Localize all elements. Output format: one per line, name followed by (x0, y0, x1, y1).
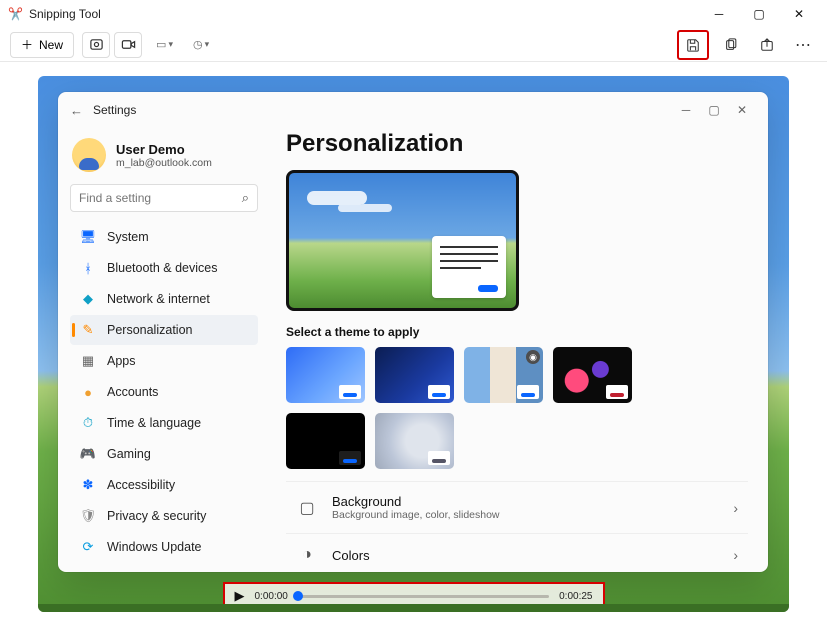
row-icon: ▢ (296, 498, 318, 518)
themes-grid: ◉ (286, 347, 706, 469)
nav-item-personalization[interactable]: ✎ Personalization (70, 315, 258, 345)
page-title: Personalization (286, 130, 748, 158)
row-colors[interactable]: ◑ Colors › (286, 534, 748, 572)
player-highlight: ▶ 0:00:00 0:00:25 (223, 582, 605, 610)
nav-item-time-language[interactable]: ⏱ Time & language (70, 408, 258, 438)
nav-item-privacy-security[interactable]: 🛡 Privacy & security (70, 501, 258, 531)
nav-item-network-internet[interactable]: ◆ Network & internet (70, 284, 258, 314)
more-button[interactable]: ⋯ (789, 32, 817, 58)
nav-item-gaming[interactable]: 🎮 Gaming (70, 439, 258, 469)
back-button[interactable]: ← (70, 103, 83, 118)
nav-label: Time & language (107, 416, 201, 430)
minimize-button[interactable]: ─ (699, 0, 739, 28)
settings-title: Settings (93, 103, 136, 117)
nav-icon: ᚼ (80, 260, 96, 276)
nav-item-apps[interactable]: ▦ Apps (70, 346, 258, 376)
nav-label: Accessibility (107, 478, 175, 492)
settings-window: ← Settings ─ ▢ ✕ User Demo m_lab@outlook… (58, 92, 768, 572)
chevron-right-icon: › (733, 500, 738, 516)
nav-item-accounts[interactable]: ● Accounts (70, 377, 258, 407)
theme-glow[interactable] (553, 347, 632, 403)
nav-label: System (107, 230, 149, 244)
preview-window (432, 236, 506, 298)
app-titlebar: ✂️ Snipping Tool ─ ▢ ✕ (0, 0, 827, 28)
maximize-button[interactable]: ▢ (739, 0, 779, 28)
app-title: Snipping Tool (29, 7, 101, 21)
nav-icon: ⏱ (80, 415, 96, 431)
camera-icon: ◉ (526, 350, 540, 364)
nav-icon: ⟳ (80, 539, 96, 555)
row-title: Colors (332, 548, 370, 563)
user-email: m_lab@outlook.com (116, 157, 212, 169)
nav-label: Accounts (107, 385, 158, 399)
nav-item-bluetooth-devices[interactable]: ᚼ Bluetooth & devices (70, 253, 258, 283)
nav-label: Personalization (107, 323, 192, 337)
close-button[interactable]: ✕ (779, 0, 819, 28)
seek-track[interactable] (298, 595, 549, 598)
user-name: User Demo (116, 142, 212, 157)
delay-dropdown[interactable]: ◷ ▾ (187, 32, 215, 58)
nav: 🖥 System ᚼ Bluetooth & devices ◆ Network & in… (70, 222, 258, 562)
nav-label: Privacy & security (107, 509, 206, 523)
theme-spotlight[interactable]: ◉ (464, 347, 543, 403)
row-background[interactable]: ▢ BackgroundBackground image, color, slid… (286, 482, 748, 534)
copy-button[interactable] (717, 32, 745, 58)
nav-label: Windows Update (107, 540, 202, 554)
row-title: Background (332, 494, 500, 509)
time-current: 0:00:00 (255, 591, 288, 602)
plus-icon: ＋ (21, 36, 33, 53)
nav-item-accessibility[interactable]: ✽ Accessibility (70, 470, 258, 500)
desktop-preview (286, 170, 519, 311)
nav-icon: ✎ (80, 322, 96, 338)
time-total: 0:00:25 (559, 591, 592, 602)
row-sub: Background image, color, slideshow (332, 509, 500, 521)
settings-maximize[interactable]: ▢ (700, 103, 728, 117)
theme-captured-motion[interactable] (286, 413, 365, 469)
nav-icon: 🛡 (80, 508, 96, 524)
search-input[interactable] (79, 191, 242, 205)
theme-flow[interactable] (375, 413, 454, 469)
app-icon: ✂️ (8, 7, 23, 21)
nav-icon: ✽ (80, 477, 96, 493)
nav-icon: 🎮 (80, 446, 96, 462)
record-mode-button[interactable] (114, 32, 142, 58)
nav-icon: ● (80, 384, 96, 400)
seek-thumb[interactable] (293, 591, 303, 601)
save-button[interactable] (679, 32, 707, 58)
recorded-desktop: ← Settings ─ ▢ ✕ User Demo m_lab@outlook… (38, 76, 789, 612)
theme-windows-light[interactable] (286, 347, 365, 403)
theme-windows-dark[interactable] (375, 347, 454, 403)
play-button[interactable]: ▶ (235, 588, 245, 604)
save-highlight (677, 30, 709, 60)
share-button[interactable] (753, 32, 781, 58)
row-icon: ◑ (296, 546, 318, 564)
settings-minimize[interactable]: ─ (672, 103, 700, 117)
toolbar: ＋ New ▭ ▾ ◷ ▾ ⋯ (0, 28, 827, 62)
nav-item-system[interactable]: 🖥 System (70, 222, 258, 252)
themes-label: Select a theme to apply (286, 325, 748, 339)
chevron-right-icon: › (733, 547, 738, 563)
content: Personalization Select a theme to apply … (270, 128, 768, 572)
nav-label: Apps (107, 354, 136, 368)
new-label: New (39, 38, 63, 52)
nav-label: Network & internet (107, 292, 210, 306)
search-icon: ⌕ (242, 190, 249, 206)
search-box[interactable]: ⌕ (70, 184, 258, 212)
settings-titlebar: ← Settings ─ ▢ ✕ (58, 92, 768, 128)
avatar (72, 138, 106, 172)
snip-mode-button[interactable] (82, 32, 110, 58)
profile[interactable]: User Demo m_lab@outlook.com (70, 134, 258, 184)
settings-close[interactable]: ✕ (728, 103, 756, 117)
settings-rows: ▢ BackgroundBackground image, color, slid… (286, 481, 748, 572)
nav-item-windows-update[interactable]: ⟳ Windows Update (70, 532, 258, 562)
shape-dropdown[interactable]: ▭ ▾ (150, 32, 179, 58)
nav-icon: 🖥 (80, 229, 96, 245)
nav-label: Bluetooth & devices (107, 261, 218, 275)
sidebar: User Demo m_lab@outlook.com ⌕ 🖥 System ᚼ Bl… (58, 128, 270, 572)
nav-icon: ▦ (80, 353, 96, 369)
new-button[interactable]: ＋ New (10, 32, 74, 58)
nav-icon: ◆ (80, 291, 96, 307)
canvas-area: ← Settings ─ ▢ ✕ User Demo m_lab@outlook… (0, 62, 827, 621)
nav-label: Gaming (107, 447, 151, 461)
